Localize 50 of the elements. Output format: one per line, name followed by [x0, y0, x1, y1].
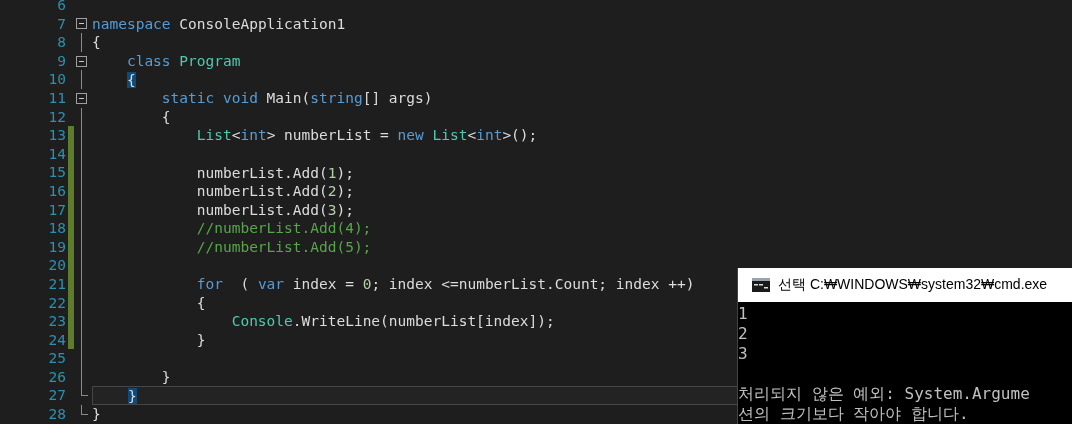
code-line: numberList.Add(2); [195, 183, 354, 200]
code-line: } [92, 406, 101, 423]
console-output-line: 션의 크기보다 작아야 합니다. [738, 404, 969, 424]
line-number: 18 [47, 219, 67, 238]
collapse-icon[interactable] [76, 18, 87, 30]
line-number: 14 [47, 144, 67, 164]
line-number: 22 [47, 293, 67, 313]
line-number: 21 [47, 274, 67, 294]
line-number: 23 [47, 312, 67, 331]
code-line: } [195, 332, 206, 348]
line-number: 13 [47, 126, 67, 145]
line-number: 27 [47, 386, 67, 406]
window-title: 선택 C:₩WINDOWS₩system32₩cmd.exe [778, 276, 1048, 294]
line-number: 8 [56, 33, 67, 52]
code-line: { [160, 108, 171, 125]
code-line: Console.WriteLine(numberList[index]); [230, 313, 555, 330]
console-output-line: 2 [738, 324, 748, 344]
code-line: //numberList.Add(5); [195, 239, 372, 255]
line-number: 25 [47, 349, 67, 368]
line-number: 20 [47, 256, 67, 275]
code-line: { [195, 294, 206, 311]
code-line: namespace ConsoleApplication1 [92, 15, 346, 32]
console-output-line: 처리되지 않은 예외: System.Argume [738, 384, 1030, 404]
line-number: 16 [47, 181, 67, 201]
line-number: 17 [47, 200, 67, 220]
line-number: 12 [47, 107, 67, 127]
line-number: 15 [47, 163, 67, 182]
line-number: 19 [47, 237, 67, 257]
code-line: //numberList.Add(4); [195, 220, 372, 237]
line-number: 10 [47, 70, 67, 89]
collapse-icon[interactable] [76, 92, 87, 104]
line-number: 26 [47, 367, 67, 387]
console-output-line: 3 [738, 344, 748, 364]
code-line: { [92, 34, 101, 51]
code-line: numberList.Add(1); [195, 164, 354, 181]
line-number: 7 [56, 14, 67, 34]
console-icon [752, 278, 770, 292]
collapse-icon[interactable] [76, 55, 87, 67]
line-number: 28 [47, 405, 67, 424]
line-number: 6 [56, 0, 67, 15]
line-number: 9 [56, 51, 67, 71]
code-line: List<int> numberList = new List<int>(); [195, 127, 538, 144]
code-line: static void Main(string[] args) [160, 90, 433, 107]
code-line: } [160, 369, 171, 386]
line-number: 24 [47, 330, 67, 350]
code-line: numberList.Add(3); [195, 201, 354, 218]
console-output-line: 1 [738, 304, 748, 324]
code-line: class Program [125, 53, 241, 70]
line-number: 11 [47, 88, 67, 108]
code-line: for ( var index = 0; index <=numberList.Count; index ++) [195, 276, 695, 293]
